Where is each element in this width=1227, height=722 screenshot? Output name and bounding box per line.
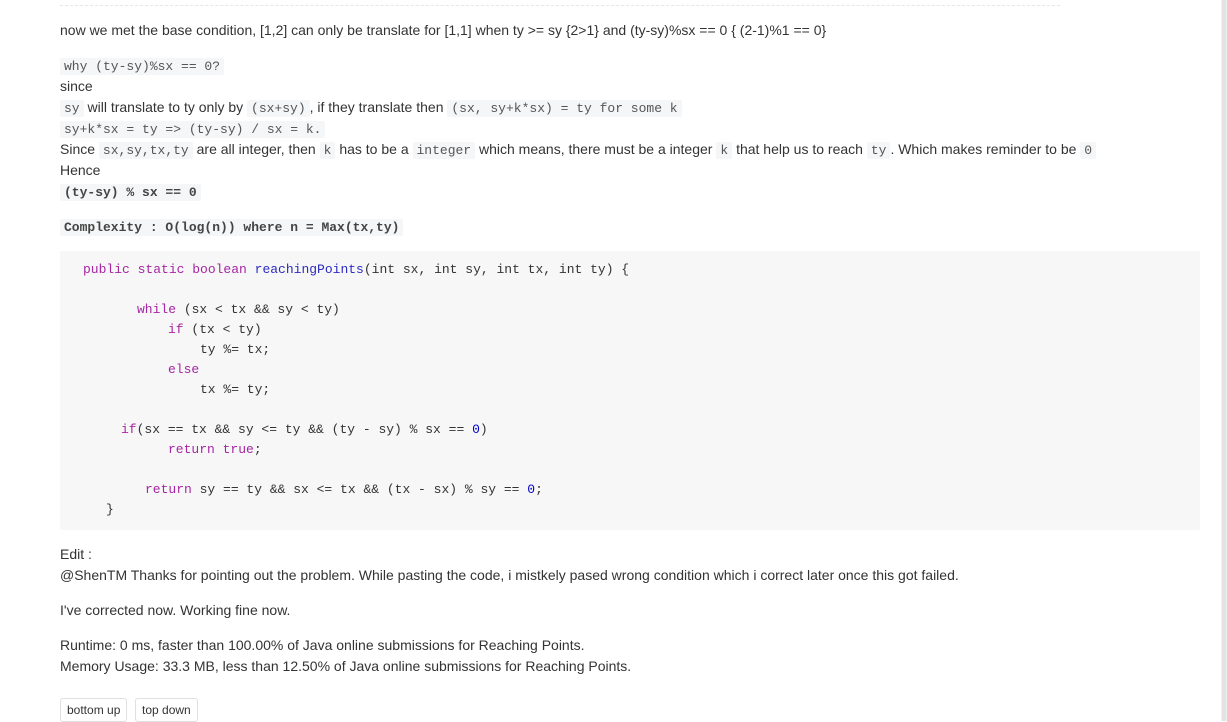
inline-code-equation: sy+k*sx = ty => (ty-sy) / sx = k. <box>60 121 326 138</box>
code-keyword: return <box>145 482 192 497</box>
inline-code-sxsy: (sx+sy) <box>247 100 310 117</box>
inline-code-translate: (sx, sy+k*sx) = ty for some k <box>447 100 682 117</box>
integer-text-5: that help us to reach <box>736 141 863 157</box>
code-keyword: while <box>137 302 177 317</box>
code-line-return: return sy == ty && sx <= tx && (tx - sx)… <box>145 480 543 500</box>
edit-label: Edit : <box>60 546 92 562</box>
translate-text-1: will translate to ty only by <box>87 99 244 115</box>
since-text: since <box>60 78 93 94</box>
corrected-text: I've corrected now. Working fine now. <box>60 602 291 618</box>
hence-text: Hence <box>60 162 101 178</box>
paragraph-base-condition: now we met the base condition, [1,2] can… <box>60 22 827 38</box>
code-block: public static boolean reachingPoints(int… <box>60 251 1200 530</box>
code-line-tx-mod: tx %= ty; <box>200 382 271 397</box>
code-text: ; <box>253 442 262 457</box>
tag-bottom-up[interactable]: bottom up <box>60 698 128 722</box>
code-text: (tx < ty) <box>183 322 262 337</box>
inline-code-k-2: k <box>716 142 733 159</box>
top-divider <box>60 0 1060 6</box>
integer-text-2: are all integer, then <box>196 141 316 157</box>
code-keyword: return <box>168 442 215 457</box>
runtime-text: Runtime: 0 ms, faster than 100.00% of Ja… <box>60 637 585 653</box>
code-line-return-true: return true; <box>168 440 262 460</box>
code-number: 0 <box>472 422 480 437</box>
memory-text: Memory Usage: 33.3 MB, less than 12.50% … <box>60 658 632 674</box>
translate-line: sy will translate to ty only by (sx+sy),… <box>60 97 682 119</box>
edit-text: @ShenTM Thanks for pointing out the prob… <box>60 567 959 583</box>
code-literal: true <box>214 442 254 457</box>
code-line-if-return: if(sx == tx && sy <= ty && (ty - sy) % s… <box>121 420 488 440</box>
code-line-signature: public static boolean reachingPoints(int… <box>83 260 629 280</box>
scrollbar[interactable] <box>1221 0 1227 721</box>
code-line-else: else <box>168 360 199 380</box>
why-line: why (ty-sy)%sx == 0? <box>60 55 225 77</box>
code-keyword: else <box>168 362 200 377</box>
integer-line: Since sx,sy,tx,ty are all integer, then … <box>60 139 1097 161</box>
code-function-name: reachingPoints <box>254 262 364 277</box>
code-keyword: public static boolean <box>83 262 247 277</box>
inline-code-vars: sx,sy,tx,ty <box>98 142 193 159</box>
inline-code-sy: sy <box>60 100 84 117</box>
inline-code-integer: integer <box>412 142 476 159</box>
hence-code-line: (ty-sy) % sx == 0 <box>60 181 201 203</box>
code-keyword: if <box>121 422 137 437</box>
equation-line: sy+k*sx = ty => (ty-sy) / sx = k. <box>60 118 326 140</box>
code-keyword: if <box>168 322 184 337</box>
code-number: 0 <box>527 482 536 497</box>
integer-text-6: . Which makes reminder to be <box>890 141 1077 157</box>
inline-code-k: k <box>319 142 336 159</box>
integer-text-4: which means, there must be a integer <box>479 141 713 157</box>
integer-text-3: has to be a <box>339 141 409 157</box>
code-line-while: while (sx < tx && sy < ty) <box>137 300 340 320</box>
code-line-close-brace: } <box>106 502 114 517</box>
inline-code-zero: 0 <box>1080 142 1097 159</box>
code-text: sy == ty && sx <= tx && (tx - sx) % sy =… <box>191 482 528 497</box>
inline-code-ty: ty <box>866 142 891 159</box>
code-args: (int sx, int sy, int tx, int ty) { <box>363 262 630 277</box>
code-text: (sx < tx && sy < ty) <box>176 302 340 317</box>
inline-code-hence: (ty-sy) % sx == 0 <box>60 184 201 201</box>
code-text: ) <box>479 422 488 437</box>
code-line-ty-mod: ty %= tx; <box>200 342 271 357</box>
code-text: (sx == tx && sy <= ty && (ty - sy) % sx … <box>136 422 473 437</box>
complexity-line: Complexity : O(log(n)) where n = Max(tx,… <box>60 216 404 238</box>
translate-text-2: , if they translate then <box>309 99 444 115</box>
inline-code-why: why (ty-sy)%sx == 0? <box>60 58 225 75</box>
code-text: ; <box>535 482 543 497</box>
tag-top-down[interactable]: top down <box>135 698 198 722</box>
complexity-code: Complexity : O(log(n)) where n = Max(tx,… <box>60 219 404 236</box>
code-line-if: if (tx < ty) <box>168 320 262 340</box>
integer-text-1: Since <box>60 141 96 157</box>
scrollbar-thumb[interactable] <box>1222 0 1226 721</box>
